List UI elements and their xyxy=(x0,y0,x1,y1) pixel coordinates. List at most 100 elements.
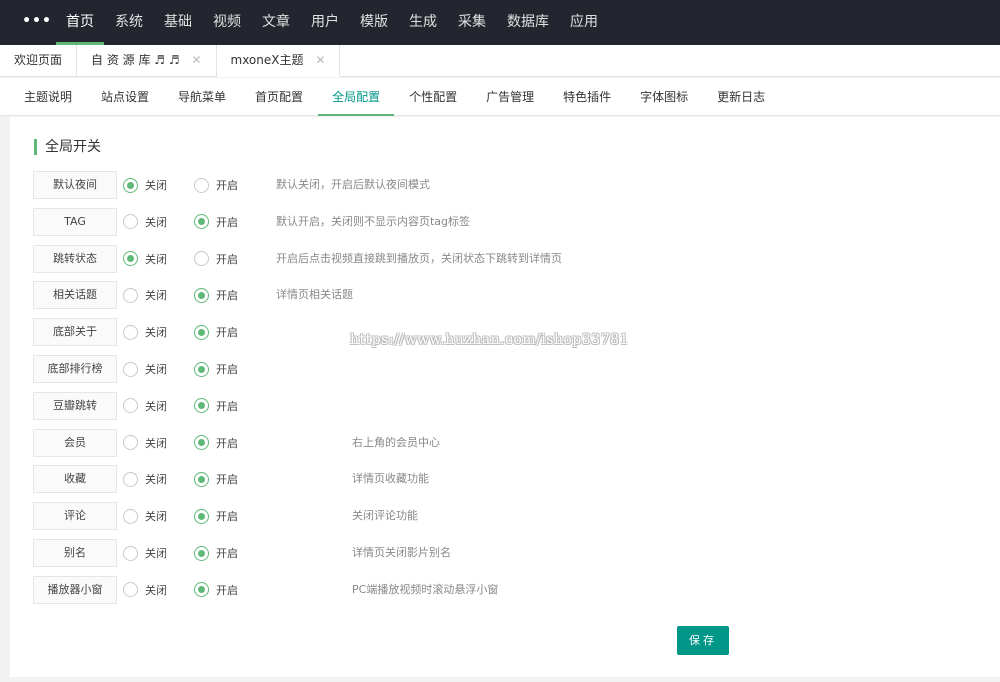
radio-circle-icon xyxy=(123,398,138,414)
tab-label: 欢迎页面 xyxy=(14,53,63,67)
radio-label: 开启 xyxy=(216,289,238,303)
setting-description: 详情页相关话题 xyxy=(276,288,353,302)
setting-row: 播放器小窗 关闭 开启 PC端播放视频时滚动悬浮小窗 xyxy=(33,575,973,604)
radio-circle-icon xyxy=(123,177,138,193)
tab-resource-library[interactable]: 自 资 源 库 ♬ ♬ ✕ xyxy=(77,45,217,77)
radio-label: 关闭 xyxy=(145,399,167,413)
radio-label: 关闭 xyxy=(145,289,167,303)
close-icon[interactable]: ✕ xyxy=(315,53,325,67)
top-menu-basic[interactable]: 基础 xyxy=(154,0,202,45)
radio-circle-icon xyxy=(123,435,138,451)
radio-off[interactable]: 关闭 xyxy=(123,544,167,562)
radio-on[interactable]: 开启 xyxy=(194,323,238,341)
radio-on[interactable]: 开启 xyxy=(194,360,238,378)
radio-circle-icon xyxy=(194,214,209,230)
radio-circle-icon xyxy=(194,582,209,598)
tab-mxonex-theme[interactable]: mxoneX主题 ✕ xyxy=(216,45,341,77)
radio-circle-icon xyxy=(194,177,209,193)
radio-on[interactable]: 开启 xyxy=(194,176,238,194)
radio-on[interactable]: 开启 xyxy=(194,544,238,562)
radio-circle-icon xyxy=(123,324,138,340)
radio-off[interactable]: 关闭 xyxy=(123,323,167,341)
setting-label: 跳转状态 xyxy=(33,244,117,273)
setting-description: 详情页收藏功能 xyxy=(352,472,429,486)
setting-row: 默认夜间 关闭 开启 默认关闭，开启后默认夜间模式 xyxy=(33,171,973,199)
top-menu-apps[interactable]: 应用 xyxy=(560,0,608,45)
top-menu-article[interactable]: 文章 xyxy=(252,0,300,45)
top-menu-template[interactable]: 模版 xyxy=(350,0,398,45)
subtab-font-icons[interactable]: 字体图标 xyxy=(626,78,702,116)
radio-off[interactable]: 关闭 xyxy=(123,213,167,231)
setting-row: 跳转状态 关闭 开启 开启后点击视频直接跳到播放页，关闭状态下跳转到详情页 xyxy=(33,244,973,273)
subtab-home-config[interactable]: 首页配置 xyxy=(241,78,317,116)
setting-description: PC端播放视频时滚动悬浮小窗 xyxy=(352,582,499,596)
radio-off[interactable]: 关闭 xyxy=(123,360,167,378)
setting-row: 会员 关闭 开启 右上角的会员中心 xyxy=(33,428,973,457)
setting-label: 评论 xyxy=(33,502,117,531)
radio-circle-icon xyxy=(123,471,138,487)
radio-circle-icon xyxy=(194,545,209,561)
radio-circle-icon xyxy=(123,214,138,230)
setting-description: 默认开启，关闭则不显示内容页tag标签 xyxy=(276,214,471,228)
radio-off[interactable]: 关闭 xyxy=(123,250,167,268)
radio-on[interactable]: 开启 xyxy=(194,250,238,268)
radio-label: 开启 xyxy=(216,583,238,597)
radio-off[interactable]: 关闭 xyxy=(123,397,167,415)
subtab-theme-intro[interactable]: 主题说明 xyxy=(10,78,86,116)
setting-description: 默认关闭，开启后默认夜间模式 xyxy=(276,178,430,191)
top-menu-generate[interactable]: 生成 xyxy=(399,0,447,45)
radio-circle-icon xyxy=(194,435,209,451)
radio-circle-icon xyxy=(194,324,209,340)
top-menu-database[interactable]: 数据库 xyxy=(497,0,559,45)
top-menu-user[interactable]: 用户 xyxy=(301,0,349,45)
radio-circle-icon xyxy=(123,251,138,267)
save-button[interactable]: 保存 xyxy=(677,626,729,655)
radio-on[interactable]: 开启 xyxy=(194,507,238,525)
setting-row: 豆瓣跳转 关闭 开启 xyxy=(33,391,973,420)
setting-label: 相关话题 xyxy=(33,281,117,310)
radio-circle-icon xyxy=(194,251,209,267)
radio-circle-icon xyxy=(123,582,138,598)
radio-label: 开启 xyxy=(216,510,238,524)
subtab-global-config[interactable]: 全局配置 xyxy=(318,78,395,116)
radio-circle-icon xyxy=(123,508,138,524)
close-icon[interactable]: ✕ xyxy=(191,53,201,67)
radio-label: 关闭 xyxy=(145,179,167,192)
radio-label: 开启 xyxy=(216,473,238,487)
watermark-text: https://www.huzhan.com/ishop33781 xyxy=(350,332,629,348)
subtab-personal-config[interactable]: 个性配置 xyxy=(395,78,471,116)
radio-label: 开启 xyxy=(216,436,238,450)
subtab-nav-menu[interactable]: 导航菜单 xyxy=(164,78,240,116)
radio-off[interactable]: 关闭 xyxy=(123,507,167,525)
radio-on[interactable]: 开启 xyxy=(194,470,238,488)
radio-on[interactable]: 开启 xyxy=(194,581,238,599)
radio-on[interactable]: 开启 xyxy=(194,397,238,415)
section-title: 全局开关 xyxy=(34,139,101,155)
more-menu-icon[interactable]: ••• xyxy=(22,10,52,34)
radio-label: 开启 xyxy=(216,363,238,376)
radio-on[interactable]: 开启 xyxy=(194,286,238,304)
radio-on[interactable]: 开启 xyxy=(194,213,238,231)
top-menu-system[interactable]: 系统 xyxy=(105,0,153,45)
top-menu-video[interactable]: 视频 xyxy=(203,0,251,45)
top-menu-home[interactable]: 首页 xyxy=(56,0,104,45)
radio-on[interactable]: 开启 xyxy=(194,434,238,452)
radio-label: 关闭 xyxy=(145,583,167,597)
radio-off[interactable]: 关闭 xyxy=(123,581,167,599)
subtab-site-settings[interactable]: 站点设置 xyxy=(87,78,163,116)
radio-label: 关闭 xyxy=(145,363,167,376)
radio-circle-icon xyxy=(194,398,209,414)
radio-off[interactable]: 关闭 xyxy=(123,470,167,488)
tab-welcome[interactable]: 欢迎页面 xyxy=(0,45,78,77)
top-menu-collect[interactable]: 采集 xyxy=(448,0,496,45)
setting-row: 评论 关闭 开启 关闭评论功能 xyxy=(33,502,973,531)
subtab-ad-management[interactable]: 广告管理 xyxy=(472,78,548,116)
theme-subtabs: 主题说明 站点设置 导航菜单 首页配置 全局配置 个性配置 广告管理 特色插件 … xyxy=(0,78,1000,116)
radio-off[interactable]: 关闭 xyxy=(123,434,167,452)
subtab-plugins[interactable]: 特色插件 xyxy=(549,78,625,116)
subtab-changelog[interactable]: 更新日志 xyxy=(703,78,779,116)
radio-label: 关闭 xyxy=(145,215,167,229)
setting-label: 别名 xyxy=(33,539,117,567)
radio-off[interactable]: 关闭 xyxy=(123,286,167,304)
radio-off[interactable]: 关闭 xyxy=(123,176,167,194)
